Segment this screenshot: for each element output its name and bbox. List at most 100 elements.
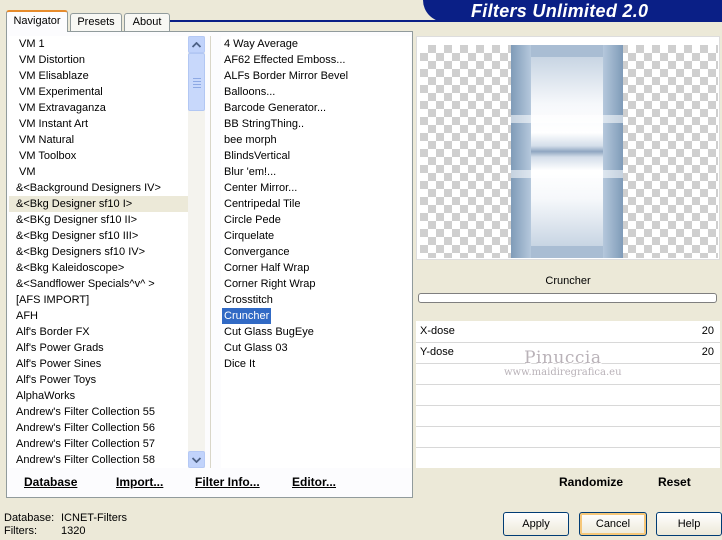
filter-item[interactable]: Cruncher (221, 308, 411, 324)
import-button[interactable]: Import... (116, 475, 163, 489)
category-item[interactable]: Alf's Power Sines (9, 356, 189, 372)
category-item[interactable]: &<Sandflower Specials^v^ > (9, 276, 189, 292)
category-item[interactable]: &<BKg Designer sf10 II> (9, 212, 189, 228)
filter-item-label: Balloons... (224, 86, 276, 98)
category-list[interactable]: VM 1 VM Distortion VM Elisablaze VM Experim… (9, 36, 189, 468)
category-item[interactable]: [AFS IMPORT] (9, 292, 189, 308)
parameter-panel: X-dose 20 Y-dose 20 (416, 321, 720, 468)
category-item[interactable]: VM (9, 164, 189, 180)
filter-item[interactable]: Convergance (221, 244, 411, 260)
tab-about[interactable]: About (124, 13, 170, 31)
category-item[interactable]: AlphaWorks (9, 388, 189, 404)
param-empty (416, 405, 720, 427)
filter-item-label: Corner Half Wrap (224, 262, 310, 274)
scroll-up-button[interactable] (188, 36, 205, 53)
filter-item[interactable]: Center Mirror... (221, 180, 411, 196)
filter-item[interactable]: Barcode Generator... (221, 100, 411, 116)
reset-button[interactable]: Reset (658, 475, 691, 489)
filter-item-label: Circle Pede (224, 214, 281, 226)
cancel-button[interactable]: Cancel (579, 512, 647, 536)
watermark: Pinuccia www.maidiregrafica.eu (504, 348, 622, 378)
filter-item-label: Cut Glass 03 (224, 342, 288, 354)
editor-button[interactable]: Editor... (292, 475, 336, 489)
category-scrollbar[interactable] (188, 36, 205, 468)
randomize-button[interactable]: Randomize (559, 475, 623, 489)
param-label: Y-dose (420, 346, 454, 358)
apply-button[interactable]: Apply (503, 512, 569, 536)
category-item[interactable]: VM 1 (9, 36, 189, 52)
filter-item-label: Barcode Generator... (224, 102, 327, 114)
strip-edge-right (603, 45, 623, 258)
tab-navigator[interactable]: Navigator (6, 10, 68, 32)
progress-bar (418, 293, 717, 303)
filter-item[interactable]: Dice It (221, 356, 411, 372)
filter-item-label: AF62 Effected Emboss... (224, 54, 346, 66)
param-actions: Randomize Reset (416, 470, 720, 494)
category-item[interactable]: VM Distortion (9, 52, 189, 68)
category-item[interactable]: VM Toolbox (9, 148, 189, 164)
filter-item[interactable]: bee morph (221, 132, 411, 148)
filter-info-button[interactable]: Filter Info... (195, 475, 260, 489)
filter-list[interactable]: 4 Way Average AF62 Effected Emboss... ALFs… (221, 36, 411, 468)
category-item[interactable]: Andrew's Filter Collection 55 (9, 404, 189, 420)
param-value: 20 (701, 325, 714, 337)
category-item[interactable]: Andrew's Filter Collection 56 (9, 420, 189, 436)
navigator-toolbar: Database Import... Filter Info... Editor… (9, 470, 411, 494)
category-item[interactable]: VM Elisablaze (9, 68, 189, 84)
list-divider (210, 36, 211, 468)
category-item[interactable]: &<Background Designers IV> (9, 180, 189, 196)
category-item[interactable]: VM Experimental (9, 84, 189, 100)
filter-item[interactable]: Blur 'em!... (221, 164, 411, 180)
category-item[interactable]: VM Natural (9, 132, 189, 148)
filter-item-label: Blur 'em!... (224, 166, 277, 178)
filter-item-label: 4 Way Average (224, 38, 298, 50)
grip-line (193, 84, 201, 85)
filter-item[interactable]: Cut Glass 03 (221, 340, 411, 356)
filter-item[interactable]: Balloons... (221, 84, 411, 100)
scroll-thumb[interactable] (188, 53, 205, 111)
filter-item-label: Corner Right Wrap (224, 278, 316, 290)
filter-item[interactable]: Centripedal Tile (221, 196, 411, 212)
selected-filter-name: Cruncher (416, 270, 720, 292)
help-button[interactable]: Help (656, 512, 722, 536)
category-item[interactable]: &<Bkg Designers sf10 IV> (9, 244, 189, 260)
category-item[interactable]: Andrew's Filter Collection 58 (9, 452, 189, 468)
category-item[interactable]: AFH (9, 308, 189, 324)
watermark-name: Pinuccia (524, 348, 602, 368)
filter-item[interactable]: Cirquelate (221, 228, 411, 244)
category-item[interactable]: &<Bkg Designer sf10 I> (9, 196, 189, 212)
param-empty (416, 426, 720, 448)
chevron-up-icon (192, 41, 201, 48)
category-item[interactable]: &<Bkg Designer sf10 III> (9, 228, 189, 244)
status-area: Database: ICNET-Filters Filters: 1320 (4, 512, 127, 538)
chevron-down-icon (192, 456, 201, 463)
category-item[interactable]: Alf's Power Toys (9, 372, 189, 388)
param-x-dose[interactable]: X-dose 20 (416, 321, 720, 343)
database-button[interactable]: Database (24, 475, 77, 489)
filter-item-label: BB StringThing.. (224, 118, 305, 130)
filter-item[interactable]: Corner Right Wrap (221, 276, 411, 292)
filter-item[interactable]: Corner Half Wrap (221, 260, 411, 276)
scroll-down-button[interactable] (188, 451, 205, 468)
filter-item[interactable]: BB StringThing.. (221, 116, 411, 132)
filter-item[interactable]: Cut Glass BugEye (221, 324, 411, 340)
filter-item-label: Crosstitch (224, 294, 273, 306)
category-item[interactable]: &<Bkg Kaleidoscope> (9, 260, 189, 276)
strip-edge-left (511, 45, 531, 258)
category-item[interactable]: Alf's Border FX (9, 324, 189, 340)
category-item[interactable]: Andrew's Filter Collection 57 (9, 436, 189, 452)
tab-presets[interactable]: Presets (70, 13, 122, 31)
param-label: X-dose (420, 325, 455, 337)
filter-item[interactable]: 4 Way Average (221, 36, 411, 52)
category-item[interactable]: Alf's Power Grads (9, 340, 189, 356)
filter-item[interactable]: AF62 Effected Emboss... (221, 52, 411, 68)
preview-image (420, 45, 718, 258)
category-item[interactable]: VM Instant Art (9, 116, 189, 132)
category-item[interactable]: VM Extravaganza (9, 100, 189, 116)
database-label: Database: (4, 512, 55, 524)
filter-item[interactable]: Circle Pede (221, 212, 411, 228)
filter-item[interactable]: ALFs Border Mirror Bevel (221, 68, 411, 84)
filter-item[interactable]: BlindsVertical (221, 148, 411, 164)
filter-item[interactable]: Crosstitch (221, 292, 411, 308)
filter-item-label: bee morph (224, 134, 277, 146)
